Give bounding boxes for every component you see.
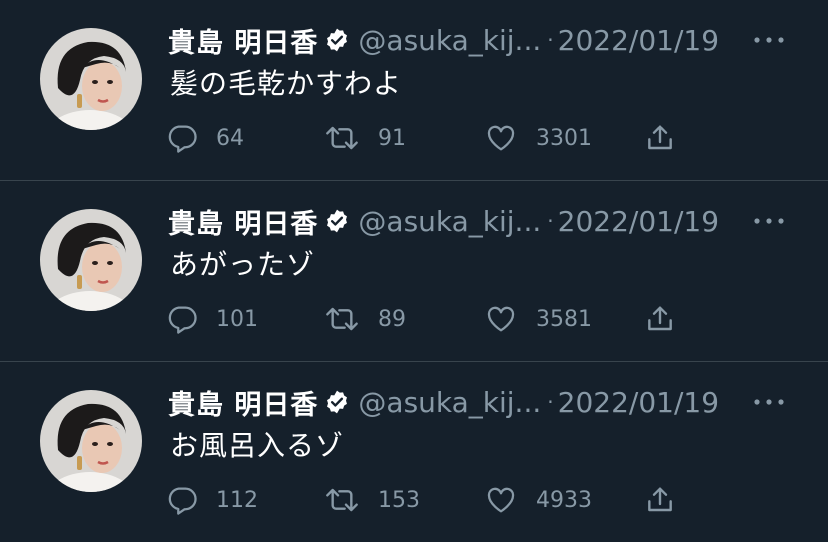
retweet-button[interactable]: 91: [324, 118, 406, 158]
reply-bubble-icon: [166, 303, 198, 335]
share-button[interactable]: [644, 118, 676, 158]
avatar[interactable]: [40, 390, 142, 492]
like-count: 4933: [536, 487, 592, 513]
share-button[interactable]: [644, 299, 676, 339]
verified-badge-icon: [324, 27, 350, 53]
heart-outline-icon: [484, 484, 518, 516]
header-separator: ·: [547, 209, 554, 233]
author-handle[interactable]: @asuka_kij...: [358, 205, 541, 238]
tweet-header: 貴島 明日香 @asuka_kij... · 2022/01/19: [168, 202, 719, 241]
heart-outline-icon: [484, 303, 518, 335]
retweet-count: 153: [378, 487, 420, 513]
tweet-date[interactable]: 2022/01/19: [558, 24, 719, 57]
more-dots-icon[interactable]: [752, 394, 786, 410]
header-separator: ·: [547, 390, 554, 414]
header-separator: ·: [547, 28, 554, 52]
avatar[interactable]: [40, 28, 142, 130]
reply-button[interactable]: 112: [166, 480, 258, 520]
retweet-arrows-icon: [324, 484, 360, 516]
verified-badge-icon: [324, 389, 350, 415]
author-name[interactable]: 貴島 明日香: [168, 202, 318, 241]
like-button[interactable]: 3581: [484, 299, 592, 339]
tweet-header: 貴島 明日香 @asuka_kij... · 2022/01/19: [168, 21, 719, 60]
tweet-card[interactable]: 貴島 明日香 @asuka_kij... · 2022/01/19 お風呂入るゾ…: [0, 362, 828, 542]
more-dots-icon[interactable]: [752, 32, 786, 48]
avatar[interactable]: [40, 209, 142, 311]
author-name[interactable]: 貴島 明日香: [168, 21, 318, 60]
tweet-card[interactable]: 貴島 明日香 @asuka_kij... · 2022/01/19 髪の毛乾かす…: [0, 0, 828, 180]
retweet-arrows-icon: [324, 122, 360, 154]
share-upload-icon: [644, 303, 676, 335]
retweet-button[interactable]: 89: [324, 299, 406, 339]
share-upload-icon: [644, 484, 676, 516]
tweet-header: 貴島 明日香 @asuka_kij... · 2022/01/19: [168, 383, 719, 422]
tweet-timeline: 貴島 明日香 @asuka_kij... · 2022/01/19 髪の毛乾かす…: [0, 0, 828, 542]
like-button[interactable]: 4933: [484, 480, 592, 520]
author-name[interactable]: 貴島 明日香: [168, 383, 318, 422]
retweet-arrows-icon: [324, 303, 360, 335]
tweet-text: 髪の毛乾かすわよ: [170, 67, 403, 100]
tweet-actions: 64 91 3301: [166, 118, 726, 158]
more-dots-icon[interactable]: [752, 213, 786, 229]
tweet-actions: 101 89 3581: [166, 299, 726, 339]
share-button[interactable]: [644, 480, 676, 520]
reply-count: 112: [216, 487, 258, 513]
reply-count: 101: [216, 306, 258, 332]
tweet-actions: 112 153 4933: [166, 480, 726, 520]
tweet-card[interactable]: 貴島 明日香 @asuka_kij... · 2022/01/19 あがったゾ …: [0, 181, 828, 361]
reply-bubble-icon: [166, 484, 198, 516]
tweet-date[interactable]: 2022/01/19: [558, 386, 719, 419]
author-handle[interactable]: @asuka_kij...: [358, 386, 541, 419]
like-button[interactable]: 3301: [484, 118, 592, 158]
like-count: 3301: [536, 125, 592, 151]
tweet-text: あがったゾ: [170, 248, 316, 281]
author-handle[interactable]: @asuka_kij...: [358, 24, 541, 57]
heart-outline-icon: [484, 122, 518, 154]
reply-bubble-icon: [166, 122, 198, 154]
retweet-count: 91: [378, 125, 406, 151]
tweet-date[interactable]: 2022/01/19: [558, 205, 719, 238]
reply-button[interactable]: 64: [166, 118, 244, 158]
like-count: 3581: [536, 306, 592, 332]
retweet-button[interactable]: 153: [324, 480, 420, 520]
tweet-text: お風呂入るゾ: [170, 429, 345, 462]
share-upload-icon: [644, 122, 676, 154]
verified-badge-icon: [324, 208, 350, 234]
reply-count: 64: [216, 125, 244, 151]
retweet-count: 89: [378, 306, 406, 332]
reply-button[interactable]: 101: [166, 299, 258, 339]
